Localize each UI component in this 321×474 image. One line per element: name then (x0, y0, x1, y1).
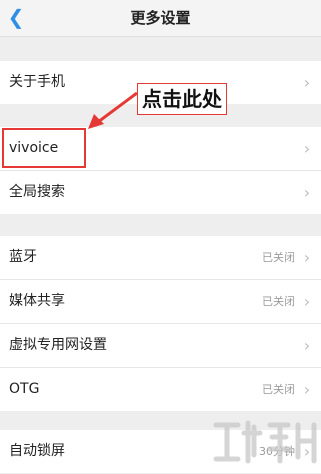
row-label: 蓝牙 (9, 249, 37, 265)
row-label: 全局搜索 (9, 184, 65, 200)
row-label: 媒体共享 (9, 293, 65, 309)
highlight-box (2, 128, 86, 168)
settings-row-media-sharing[interactable]: 媒体共享 已关闭 › (0, 280, 321, 324)
chevron-right-icon: › (303, 183, 311, 202)
chevron-right-icon: › (303, 380, 311, 399)
chevron-right-icon: › (303, 292, 311, 311)
settings-group-connectivity: 蓝牙 已关闭 › 媒体共享 已关闭 › 虚拟专用网设置 › OTG 已关闭 › (0, 236, 321, 411)
watermark-logo (213, 420, 317, 464)
chevron-right-icon: › (303, 73, 311, 92)
top-bar: ❮ 更多设置 (0, 0, 321, 37)
settings-row-bluetooth[interactable]: 蓝牙 已关闭 › (0, 236, 321, 280)
chevron-right-icon: › (303, 248, 311, 267)
row-status: 已关闭 (262, 295, 295, 308)
row-label: 自动锁屏 (9, 443, 65, 459)
row-label: OTG (9, 381, 40, 397)
chevron-right-icon: › (303, 139, 311, 158)
page-title: 更多设置 (130, 9, 191, 27)
settings-row-global-search[interactable]: 全局搜索 › (0, 171, 321, 214)
annotation-callout: 点击此处 (137, 83, 227, 115)
chevron-right-icon: › (303, 336, 311, 355)
row-label: 关于手机 (9, 74, 65, 90)
row-label: 虚拟专用网设置 (9, 337, 107, 353)
row-status: 已关闭 (262, 383, 295, 396)
row-status: 已关闭 (262, 251, 295, 264)
settings-row-vpn[interactable]: 虚拟专用网设置 › (0, 324, 321, 368)
settings-row-otg[interactable]: OTG 已关闭 › (0, 368, 321, 411)
